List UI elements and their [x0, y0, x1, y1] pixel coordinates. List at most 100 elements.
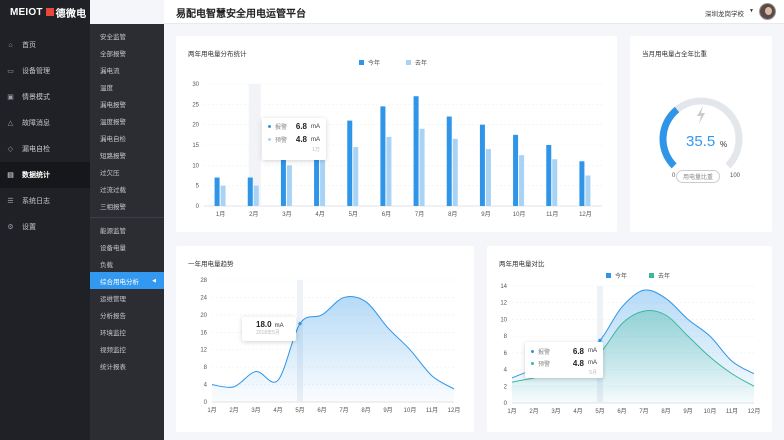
school-selector[interactable]: 深圳龙岗学校: [705, 8, 744, 18]
sidebar-item-5[interactable]: ▤ 数据统计: [0, 162, 90, 188]
gauge-max: 100: [730, 173, 741, 179]
sidebar-item-1[interactable]: ▭ 设备管理: [0, 58, 90, 84]
sidebar-item-7[interactable]: ⚙ 设置: [0, 214, 90, 240]
x-tick-label: 4月: [273, 407, 282, 414]
submenu-item[interactable]: 温度报警: [90, 112, 164, 129]
submenu-item[interactable]: 过流过载: [90, 180, 164, 197]
submenu-item[interactable]: 视频监控: [90, 340, 164, 357]
x-tick-label: 7月: [415, 211, 424, 218]
sidebar-item-6[interactable]: ☰ 系统日志: [0, 188, 90, 214]
x-tick-label: 9月: [383, 407, 392, 414]
submenu-label: 运维管理: [100, 295, 126, 303]
tooltip-unit: mA: [588, 360, 597, 366]
bar-last-year: [353, 147, 359, 206]
tooltip-unit: mA: [588, 348, 597, 354]
submenu-item[interactable]: 过欠压: [90, 163, 164, 180]
submenu-item[interactable]: 温度: [90, 78, 164, 95]
submenu-label: 统计报表: [100, 363, 126, 371]
bar-this-year: [413, 96, 419, 206]
submenu-item[interactable]: 三相报警: [90, 197, 164, 214]
x-tick-label: 7月: [639, 408, 648, 415]
y-tick-label: 14: [500, 284, 507, 290]
submenu-label: 短路报警: [100, 152, 126, 160]
sidebar-item-3[interactable]: △ 故障消息: [0, 110, 90, 136]
submenu-item[interactable]: 能源监管: [90, 221, 164, 238]
x-tick-label: 11月: [546, 211, 558, 218]
avatar[interactable]: [759, 3, 776, 20]
gauge-value: 35.5: [686, 133, 716, 150]
sidebar-item-label: 设置: [22, 224, 36, 231]
submenu-label: 设备电量: [100, 244, 126, 252]
submenu-label: 温度: [100, 84, 113, 92]
bar-this-year: [347, 120, 353, 206]
tooltip-month: 1万: [312, 147, 320, 153]
bar-this-year: [513, 134, 519, 206]
trend-area-chart[interactable]: 0 4 8 12 16 20 24 28 1月 2月 3月 4月 5月 6月 7月 8月 9月 10月 11月 12月: [176, 246, 474, 432]
submenu-item[interactable]: 负载: [90, 255, 164, 272]
submenu-label: 负载: [100, 261, 113, 269]
bar-this-year: [446, 116, 452, 206]
submenu-item[interactable]: 短路报警: [90, 146, 164, 163]
brand-logo: MEIOT 德微电: [0, 0, 90, 24]
submenu-item[interactable]: 运维管理: [90, 289, 164, 306]
y-tick-label: 0: [196, 204, 200, 210]
x-tick-label: 3月: [551, 408, 560, 415]
submenu-item[interactable]: 统计报表: [90, 357, 164, 374]
submenu-item[interactable]: 漏电自检: [90, 129, 164, 146]
y-tick-label: 15: [192, 143, 199, 149]
gauge-fill: [659, 106, 680, 169]
tooltip-unit: mA: [311, 136, 320, 143]
tooltip-value: 4.8: [572, 358, 584, 368]
y-tick-label: 10: [192, 163, 199, 169]
tooltip-value: 6.8: [295, 122, 307, 131]
tooltip-label: 预警: [538, 361, 551, 368]
bar-this-year: [380, 106, 386, 206]
y-tick-label: 2: [504, 384, 508, 390]
brand-name: MEIOT: [10, 6, 43, 18]
x-tick-label: 1月: [507, 408, 516, 415]
x-tick-label: 11月: [726, 408, 738, 415]
sidebar-item-4[interactable]: ◇ 漏电自检: [0, 136, 90, 162]
y-tick-label: 30: [192, 82, 199, 88]
gauge-unit: %: [720, 140, 728, 149]
x-tick-label: 8月: [448, 211, 457, 218]
submenu-label: 过欠压: [100, 169, 120, 177]
y-tick-label: 25: [192, 102, 199, 108]
x-tick-label: 10月: [404, 407, 417, 414]
chart-tooltip: 报警 6.8 mA 预警 4.8 mA 1万: [262, 118, 326, 160]
y-tick-label: 20: [200, 313, 207, 319]
y-tick-label: 4: [504, 368, 508, 374]
sidebar-item-label: 情景模式: [22, 94, 50, 101]
chart-tooltip: 18.0 mA 2018年5月: [242, 317, 296, 341]
submenu-label: 漏电流: [100, 67, 120, 75]
x-tick-label: 9月: [683, 408, 692, 415]
bar-last-year: [419, 128, 425, 206]
submenu-label: 漏电报警: [100, 101, 126, 109]
x-tick-label: 1月: [216, 211, 225, 218]
y-tick-label: 5: [196, 184, 200, 190]
submenu-item[interactable]: 全部报警: [90, 44, 164, 61]
tooltip-label: 报警: [275, 125, 288, 131]
submenu-item[interactable]: 漏电流: [90, 61, 164, 78]
chevron-down-icon[interactable]: ▼: [749, 8, 754, 14]
x-tick-label: 6月: [317, 407, 326, 414]
bar-chart[interactable]: 0 5 10 15 20 25 30 1月 2月 3月 4月 5月 6月 7月 8月 9月 10月 11月 12月: [176, 36, 617, 232]
submenu-item[interactable]: 安全监管: [90, 27, 164, 44]
submenu-item[interactable]: 设备电量: [90, 238, 164, 255]
submenu-label: 环境监控: [100, 329, 126, 337]
submenu-item[interactable]: 环境监控: [90, 323, 164, 340]
submenu-item[interactable]: 漏电报警: [90, 95, 164, 112]
sidebar-item-2[interactable]: ▣ 情景模式: [0, 84, 90, 110]
bar-last-year: [585, 175, 591, 206]
compare-area-chart[interactable]: 0 2 4 6 8 10 12 14 1月 2月 3月 4月 5月 6月 7月 8月 9月 10月 11月 12月: [487, 246, 772, 432]
sidebar-item-0[interactable]: ⌂ 首页: [0, 32, 90, 58]
y-tick-label: 10: [500, 317, 507, 323]
brand-name-cn: 德微电: [55, 8, 87, 20]
y-tick-label: 8: [504, 334, 508, 340]
y-tick-label: 0: [504, 401, 508, 407]
area-fill: [212, 296, 454, 402]
submenu-item[interactable]: 综合用电分析 ◀: [90, 272, 164, 289]
top-header: 易配电智慧安全用电运管平台 深圳龙岗学校 ▼: [164, 0, 784, 24]
x-tick-label: 12月: [448, 407, 461, 414]
submenu-item[interactable]: 分析报告: [90, 306, 164, 323]
